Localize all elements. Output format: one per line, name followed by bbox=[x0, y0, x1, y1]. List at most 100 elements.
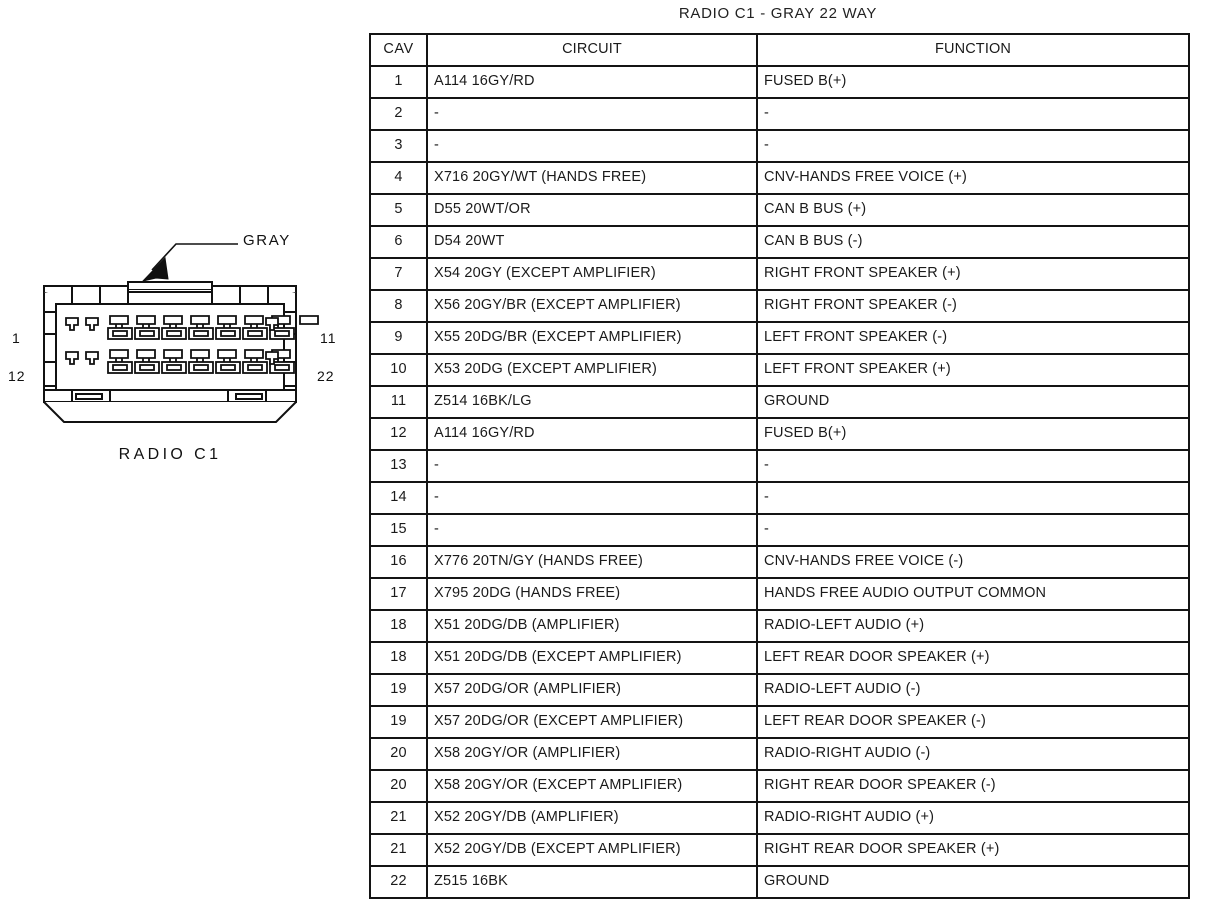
cell-cav: 8 bbox=[369, 289, 428, 323]
cell-circuit: X57 20DG/OR (AMPLIFIER) bbox=[426, 673, 758, 707]
cavity-wide-19 bbox=[242, 349, 268, 374]
cell-circuit: X51 20DG/DB (AMPLIFIER) bbox=[426, 609, 758, 643]
cavity-wide-14 bbox=[107, 349, 133, 374]
cavity-wide-6 bbox=[188, 315, 214, 340]
table-row: 9 X55 20DG/BR (EXCEPT AMPLIFIER) LEFT FRON… bbox=[369, 321, 1190, 355]
pinout-table: CAV CIRCUIT FUNCTION 1 A114 16GY/RD FUSED … bbox=[369, 33, 1190, 899]
table-row: 5 D55 20WT/OR CAN B BUS (+) bbox=[369, 193, 1190, 227]
cavity-wide-4 bbox=[134, 315, 160, 340]
bottom-slot-left bbox=[75, 393, 103, 400]
cell-function: - bbox=[756, 449, 1190, 483]
table-row: 10 X53 20DG (EXCEPT AMPLIFIER) LEFT FRONT … bbox=[369, 353, 1190, 387]
cell-cav: 11 bbox=[369, 385, 428, 419]
cell-cav: 7 bbox=[369, 257, 428, 291]
table-row: 1 A114 16GY/RD FUSED B(+) bbox=[369, 65, 1190, 99]
cell-circuit: D55 20WT/OR bbox=[426, 193, 758, 227]
table-row: 16 X776 20TN/GY (HANDS FREE) CNV-HANDS FRE… bbox=[369, 545, 1190, 579]
cell-circuit: X58 20GY/OR (AMPLIFIER) bbox=[426, 737, 758, 771]
cell-circuit: - bbox=[426, 97, 758, 131]
cell-circuit: - bbox=[426, 129, 758, 163]
cavity-wide-10 bbox=[299, 315, 319, 325]
cell-function: - bbox=[756, 129, 1190, 163]
table-row: 21 X52 20GY/DB (EXCEPT AMPLIFIER) RIGHT RE… bbox=[369, 833, 1190, 867]
table-header-row: CAV CIRCUIT FUNCTION bbox=[369, 33, 1190, 67]
cavity-wide-18 bbox=[215, 349, 241, 374]
cell-function: GROUND bbox=[756, 385, 1190, 419]
table-row: 15- - bbox=[369, 513, 1190, 547]
cell-circuit: A114 16GY/RD bbox=[426, 417, 758, 451]
cell-cav: 2 bbox=[369, 97, 428, 131]
table-row: 20 X58 20GY/OR (EXCEPT AMPLIFIER) RIGHT RE… bbox=[369, 769, 1190, 803]
table-row: 19 X57 20DG/OR (EXCEPT AMPLIFIER) LEFT REA… bbox=[369, 705, 1190, 739]
cell-circuit: X55 20DG/BR (EXCEPT AMPLIFIER) bbox=[426, 321, 758, 355]
cell-function: RADIO-RIGHT AUDIO (-) bbox=[756, 737, 1190, 771]
cell-cav: 4 bbox=[369, 161, 428, 195]
cell-cav: 21 bbox=[369, 801, 428, 835]
cell-circuit: X57 20DG/OR (EXCEPT AMPLIFIER) bbox=[426, 705, 758, 739]
table-row: 7 X54 20GY (EXCEPT AMPLIFIER) RIGHT FRONT … bbox=[369, 257, 1190, 291]
cell-circuit: X58 20GY/OR (EXCEPT AMPLIFIER) bbox=[426, 769, 758, 803]
cell-circuit: X716 20GY/WT (HANDS FREE) bbox=[426, 161, 758, 195]
cell-function: LEFT FRONT SPEAKER (-) bbox=[756, 321, 1190, 355]
cell-circuit: Z515 16BK bbox=[426, 865, 758, 899]
cavity-wide-7 bbox=[215, 315, 241, 340]
cell-function: RIGHT REAR DOOR SPEAKER (-) bbox=[756, 769, 1190, 803]
cell-cav: 20 bbox=[369, 769, 428, 803]
table-row: 12 A114 16GY/RD FUSED B(+) bbox=[369, 417, 1190, 451]
cell-cav: 20 bbox=[369, 737, 428, 771]
cell-function: - bbox=[756, 513, 1190, 547]
table-row: 18 X51 20DG/DB (EXCEPT AMPLIFIER) LEFT REA… bbox=[369, 641, 1190, 675]
cavity-wide-17 bbox=[188, 349, 214, 374]
cell-cav: 5 bbox=[369, 193, 428, 227]
cell-cav: 19 bbox=[369, 705, 428, 739]
cell-function: RADIO-RIGHT AUDIO (+) bbox=[756, 801, 1190, 835]
table-row: 13- - bbox=[369, 449, 1190, 483]
cell-cav: 14 bbox=[369, 481, 428, 515]
connector-skirt bbox=[43, 401, 297, 423]
cell-cav: 15 bbox=[369, 513, 428, 547]
cell-cav: 16 bbox=[369, 545, 428, 579]
cell-circuit: X56 20GY/BR (EXCEPT AMPLIFIER) bbox=[426, 289, 758, 323]
table-row: 21 X52 20GY/DB (AMPLIFIER) RADIO-RIGHT AUD… bbox=[369, 801, 1190, 835]
cell-circuit: X53 20DG (EXCEPT AMPLIFIER) bbox=[426, 353, 758, 387]
table-row: 8 X56 20GY/BR (EXCEPT AMPLIFIER) RIGHT FRO… bbox=[369, 289, 1190, 323]
cell-circuit: - bbox=[426, 449, 758, 483]
cavity-wide-3 bbox=[107, 315, 133, 340]
cell-function: RIGHT FRONT SPEAKER (+) bbox=[756, 257, 1190, 291]
cell-function: RIGHT REAR DOOR SPEAKER (+) bbox=[756, 833, 1190, 867]
cell-function: CNV-HANDS FREE VOICE (+) bbox=[756, 161, 1190, 195]
table-row: 4 X716 20GY/WT (HANDS FREE) CNV-HANDS FREE… bbox=[369, 161, 1190, 195]
cell-circuit: X776 20TN/GY (HANDS FREE) bbox=[426, 545, 758, 579]
cell-function: LEFT REAR DOOR SPEAKER (+) bbox=[756, 641, 1190, 675]
cell-cav: 12 bbox=[369, 417, 428, 451]
pinout-table-body: 1 A114 16GY/RD FUSED B(+) 2- -3- -4 X716 20GY/… bbox=[369, 65, 1190, 899]
cavity-wide-5 bbox=[161, 315, 187, 340]
column-header-function: FUNCTION bbox=[756, 33, 1190, 67]
table-row: 20 X58 20GY/OR (AMPLIFIER) RADIO-RIGHT AUD… bbox=[369, 737, 1190, 771]
cell-function: - bbox=[756, 97, 1190, 131]
pinout-table-panel: RADIO C1 - GRAY 22 WAY CAV CIRCUIT FUNCT… bbox=[368, 0, 1205, 916]
cell-function: RIGHT FRONT SPEAKER (-) bbox=[756, 289, 1190, 323]
cell-cav: 9 bbox=[369, 321, 428, 355]
cell-cav: 3 bbox=[369, 129, 428, 163]
cell-cav: 6 bbox=[369, 225, 428, 259]
cavity-wide-8 bbox=[242, 315, 268, 340]
cell-cav: 19 bbox=[369, 673, 428, 707]
table-row: 2-- bbox=[369, 97, 1190, 131]
cell-circuit: X52 20GY/DB (AMPLIFIER) bbox=[426, 801, 758, 835]
cell-circuit: - bbox=[426, 481, 758, 515]
column-header-circuit: CIRCUIT bbox=[426, 33, 758, 67]
table-row: 19 X57 20DG/OR (AMPLIFIER) RADIO-LEFT AUDI… bbox=[369, 673, 1190, 707]
cell-function: CAN B BUS (-) bbox=[756, 225, 1190, 259]
connector-drawing bbox=[43, 243, 319, 423]
cell-cav: 18 bbox=[369, 609, 428, 643]
cell-circuit: A114 16GY/RD bbox=[426, 65, 758, 99]
cell-circuit: - bbox=[426, 513, 758, 547]
table-row: 3-- bbox=[369, 129, 1190, 163]
table-row: 14- - bbox=[369, 481, 1190, 515]
cell-function: LEFT FRONT SPEAKER (+) bbox=[756, 353, 1190, 387]
table-row: 17 X795 20DG (HANDS FREE) HANDS FREE AUDIO… bbox=[369, 577, 1190, 611]
cell-circuit: X51 20DG/DB (EXCEPT AMPLIFIER) bbox=[426, 641, 758, 675]
cell-cav: 18 bbox=[369, 641, 428, 675]
cell-cav: 10 bbox=[369, 353, 428, 387]
